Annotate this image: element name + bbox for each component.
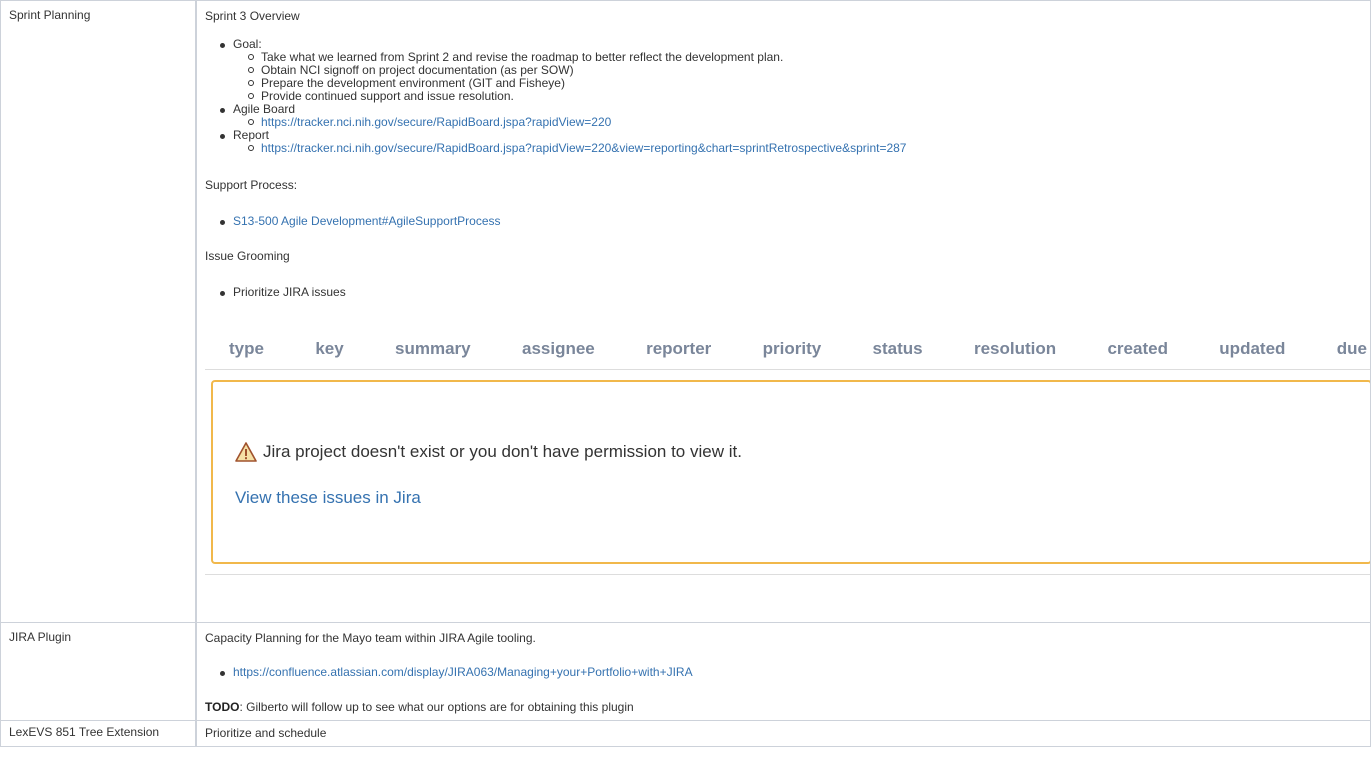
jira-warning-message-row: Jira project doesn't exist or you don't … [235,442,1370,462]
row-label: Sprint Planning [9,8,91,22]
row-label-cell: Sprint Planning [0,0,197,623]
jira-col-header[interactable]: resolution [974,339,1056,359]
overview-title: Sprint 3 Overview [205,9,300,23]
jira-col-header[interactable]: summary [395,339,471,359]
list-item: https://confluence.atlassian.com/display… [220,665,1365,679]
goal-label: Goal: [233,37,262,51]
todo-text: : Gilberto will follow up to see what ou… [239,700,634,714]
confluence-portfolio-link[interactable]: https://confluence.atlassian.com/display… [233,665,693,679]
overview-list: Goal: Take what we learned from Sprint 2… [205,38,1370,155]
row-label: LexEVS 851 Tree Extension [9,725,160,739]
jira-col-header[interactable]: updated [1219,339,1285,359]
row-content-cell: Capacity Planning for the Mayo team with… [195,622,1371,721]
report-link[interactable]: https://tracker.nci.nih.gov/secure/Rapid… [261,141,906,155]
row-content-cell: Sprint 3 Overview Goal: Take what we lea… [195,0,1371,623]
jira-warning-message: Jira project doesn't exist or you don't … [263,442,742,461]
table-row: JIRA Plugin Capacity Planning for the Ma… [0,622,1371,721]
goal-sublist: Take what we learned from Sprint 2 and r… [233,51,1370,103]
row-label: JIRA Plugin [9,630,72,644]
row-label-cell: LexEVS 851 Tree Extension [0,720,197,747]
planning-table: Sprint Planning Sprint 3 Overview Goal: … [0,0,1371,747]
jira-table-header: type key summary assignee reporter prior… [205,329,1371,370]
agile-board-label: Agile Board [233,102,296,116]
jira-col-header[interactable]: key [315,339,343,359]
jira-col-header[interactable]: status [873,339,923,359]
tree-extension-description: Prioritize and schedule [205,726,327,740]
support-title: Support Process: [205,178,298,192]
report-label: Report [233,128,270,142]
list-item: Agile Board https://tracker.nci.nih.gov/… [220,102,1370,129]
agile-board-sublist: https://tracker.nci.nih.gov/secure/Rapid… [233,116,1370,129]
list-item: Goal: Take what we learned from Sprint 2… [220,37,1370,103]
todo-label: TODO [205,700,240,714]
list-item: https://tracker.nci.nih.gov/secure/Rapid… [248,115,1370,129]
list-item: Prioritize JIRA issues [220,286,1370,299]
warning-triangle-icon [235,442,257,462]
row-label-cell: JIRA Plugin [0,622,197,721]
jira-table-footer [205,574,1371,617]
support-list: S13-500 Agile Development#AgileSupportPr… [205,215,1370,228]
jira-col-header[interactable]: priority [763,339,822,359]
jira-col-header[interactable]: type [229,339,264,359]
table-row: LexEVS 851 Tree Extension Prioritize and… [0,720,1371,747]
list-item: https://tracker.nci.nih.gov/secure/Rapid… [248,141,1370,155]
table-row: Sprint Planning Sprint 3 Overview Goal: … [0,0,1371,623]
plugin-link-list: https://confluence.atlassian.com/display… [205,666,1365,679]
agile-board-link[interactable]: https://tracker.nci.nih.gov/secure/Rapid… [261,115,611,129]
list-item: Report https://tracker.nci.nih.gov/secur… [220,128,1370,155]
list-item: S13-500 Agile Development#AgileSupportPr… [220,214,1370,228]
row-content-cell: Prioritize and schedule [195,720,1371,747]
view-issues-in-jira-link[interactable]: View these issues in Jira [235,488,1370,508]
grooming-list: Prioritize JIRA issues [205,286,1370,299]
jira-col-header[interactable]: reporter [646,339,711,359]
jira-issues-macro: type key summary assignee reporter prior… [205,329,1371,617]
support-process-link[interactable]: S13-500 Agile Development#AgileSupportPr… [233,214,501,228]
todo-note: TODO: Gilberto will follow up to see wha… [205,699,1365,715]
plugin-description: Capacity Planning for the Mayo team with… [205,631,536,645]
report-sublist: https://tracker.nci.nih.gov/secure/Rapid… [233,142,1370,155]
list-item: Provide continued support and issue reso… [248,90,1370,103]
jira-col-header[interactable]: due [1337,339,1367,359]
grooming-title: Issue Grooming [205,249,290,263]
jira-col-header[interactable]: created [1107,339,1167,359]
jira-col-header[interactable]: assignee [522,339,595,359]
jira-warning-box: Jira project doesn't exist or you don't … [211,380,1371,564]
